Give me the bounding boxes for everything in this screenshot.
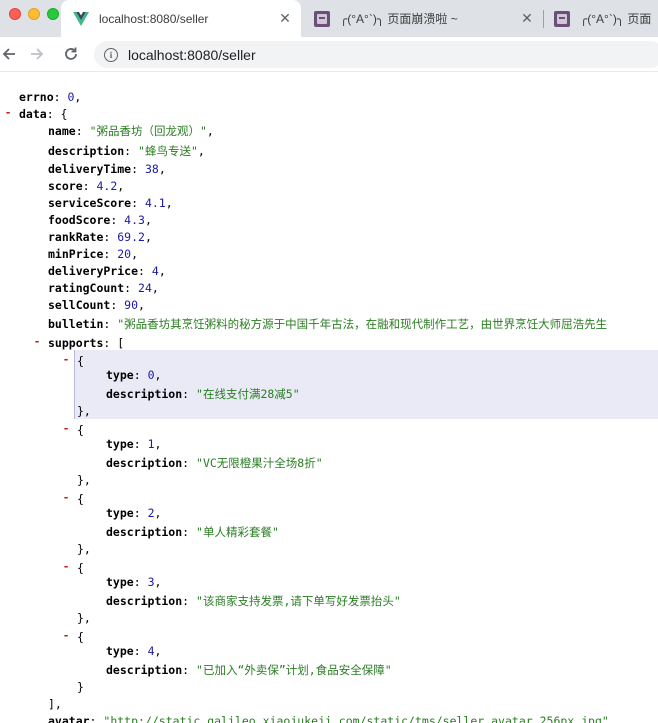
- json-row-rankRate: rankRate: 69.2,: [48, 230, 152, 244]
- json-row-open-brace: {: [77, 423, 84, 437]
- json-row-serviceScore: serviceScore: 4.1,: [48, 196, 173, 210]
- ghost-favicon-icon: [314, 10, 330, 27]
- tab-crash-page-2[interactable]: ╭(°A°`)╮ 页面: [544, 0, 658, 37]
- zoom-window-button[interactable]: [47, 8, 59, 20]
- close-tab-icon[interactable]: ✕: [519, 10, 535, 27]
- browser-titlebar: localhost:8080/seller ✕ ╭(°A°`)╮ 页面崩溃啦 ~…: [0, 0, 658, 37]
- json-row-foodScore: foodScore: 4.3,: [48, 213, 152, 227]
- collapse-toggle-support-0[interactable]: -: [62, 353, 70, 366]
- json-row-open-brace: {: [77, 561, 84, 575]
- address-bar[interactable]: i localhost:8080/seller: [94, 41, 658, 68]
- json-row-open-brace: {: [77, 354, 84, 368]
- json-row-data: data: {: [19, 107, 68, 121]
- json-row-support-1-type: type: 1,: [106, 437, 162, 451]
- browser-toolbar: i localhost:8080/seller: [0, 37, 658, 72]
- json-row-support-3-type: type: 3,: [106, 575, 162, 589]
- json-row-errno: errno: 0,: [19, 90, 82, 104]
- json-row-open-brace: {: [77, 630, 84, 644]
- site-info-icon[interactable]: i: [104, 47, 118, 62]
- minimize-window-button[interactable]: [28, 8, 40, 20]
- tab-seller[interactable]: localhost:8080/seller ✕: [61, 0, 301, 37]
- json-row-close-brace: },: [77, 542, 91, 556]
- json-row-support-0-type: type: 0,: [106, 368, 162, 382]
- json-row-support-4-type: type: 4,: [106, 644, 162, 658]
- json-row-close-brace: },: [77, 473, 91, 487]
- json-row-support-2-type: type: 2,: [106, 506, 162, 520]
- highlight-edge: [74, 350, 75, 419]
- json-row-supports: supports: [: [48, 336, 125, 350]
- json-row-support-3-description: description: "该商家支持发票,请下单写好发票抬头": [106, 594, 401, 608]
- tab-title: ╭(°A°`)╮ 页面崩溃啦 ~: [340, 12, 458, 26]
- json-row-support-0-description: description: "在线支付满28减5": [106, 387, 300, 401]
- json-row-close-brace: },: [77, 611, 91, 625]
- forward-button[interactable]: [26, 43, 48, 65]
- json-row-close-bracket: ],: [48, 697, 62, 711]
- json-row-support-2-description: description: "单人精彩套餐": [106, 525, 279, 539]
- json-row-minPrice: minPrice: 20,: [48, 247, 139, 261]
- json-row-close-brace: }: [77, 680, 84, 694]
- reload-button[interactable]: [60, 43, 82, 65]
- json-row-close-brace: },: [77, 404, 91, 418]
- tab-crash-page[interactable]: ╭(°A°`)╮ 页面崩溃啦 ~ ✕: [302, 0, 543, 37]
- reload-icon: [65, 47, 77, 60]
- json-row-description: description: "蜂鸟专送",: [48, 144, 205, 158]
- json-row-deliveryTime: deliveryTime: 38,: [48, 162, 166, 176]
- hover-highlight: [74, 350, 658, 419]
- ghost-favicon-icon: [554, 10, 570, 27]
- tab-title: localhost:8080/seller: [99, 11, 209, 26]
- collapse-toggle-support-4[interactable]: -: [62, 629, 70, 642]
- close-window-button[interactable]: [9, 8, 21, 20]
- json-viewer: errno: 0, - data: { name: "粥品香坊（回龙观）", d…: [0, 72, 658, 723]
- arrow-left-icon: [2, 48, 15, 60]
- json-row-name: name: "粥品香坊（回龙观）",: [48, 124, 214, 138]
- collapse-toggle-support-3[interactable]: -: [62, 560, 70, 573]
- back-button[interactable]: [0, 43, 20, 65]
- json-row-sellCount: sellCount: 90,: [48, 298, 145, 312]
- json-row-deliveryPrice: deliveryPrice: 4,: [48, 264, 166, 278]
- json-row-ratingCount: ratingCount: 24,: [48, 281, 159, 295]
- json-row-support-1-description: description: "VC无限橙果汁全场8折": [106, 456, 323, 470]
- json-row-open-brace: {: [77, 492, 84, 506]
- collapse-toggle-supports[interactable]: -: [33, 335, 41, 348]
- vue-logo-icon: [73, 11, 89, 26]
- collapse-toggle-support-2[interactable]: -: [62, 491, 70, 504]
- tab-title: ╭(°A°`)╮ 页面: [580, 12, 652, 26]
- json-row-score: score: 4.2,: [48, 179, 125, 193]
- url-text: localhost:8080/seller: [128, 46, 256, 63]
- close-tab-icon[interactable]: ✕: [277, 10, 293, 27]
- json-row-support-4-description: description: "已加入“外卖保”计划,食品安全保障": [106, 663, 392, 677]
- collapse-toggle-data[interactable]: -: [4, 106, 12, 119]
- json-row-bulletin: bulletin: "粥品香坊其烹饪粥料的秘方源于中国千年古法，在融和现代制作工…: [48, 317, 608, 331]
- json-row-avatar: avatar: "http://static.galileo.xiaojukej…: [48, 714, 609, 723]
- collapse-toggle-support-1[interactable]: -: [62, 422, 70, 435]
- arrow-right-icon: [31, 48, 44, 60]
